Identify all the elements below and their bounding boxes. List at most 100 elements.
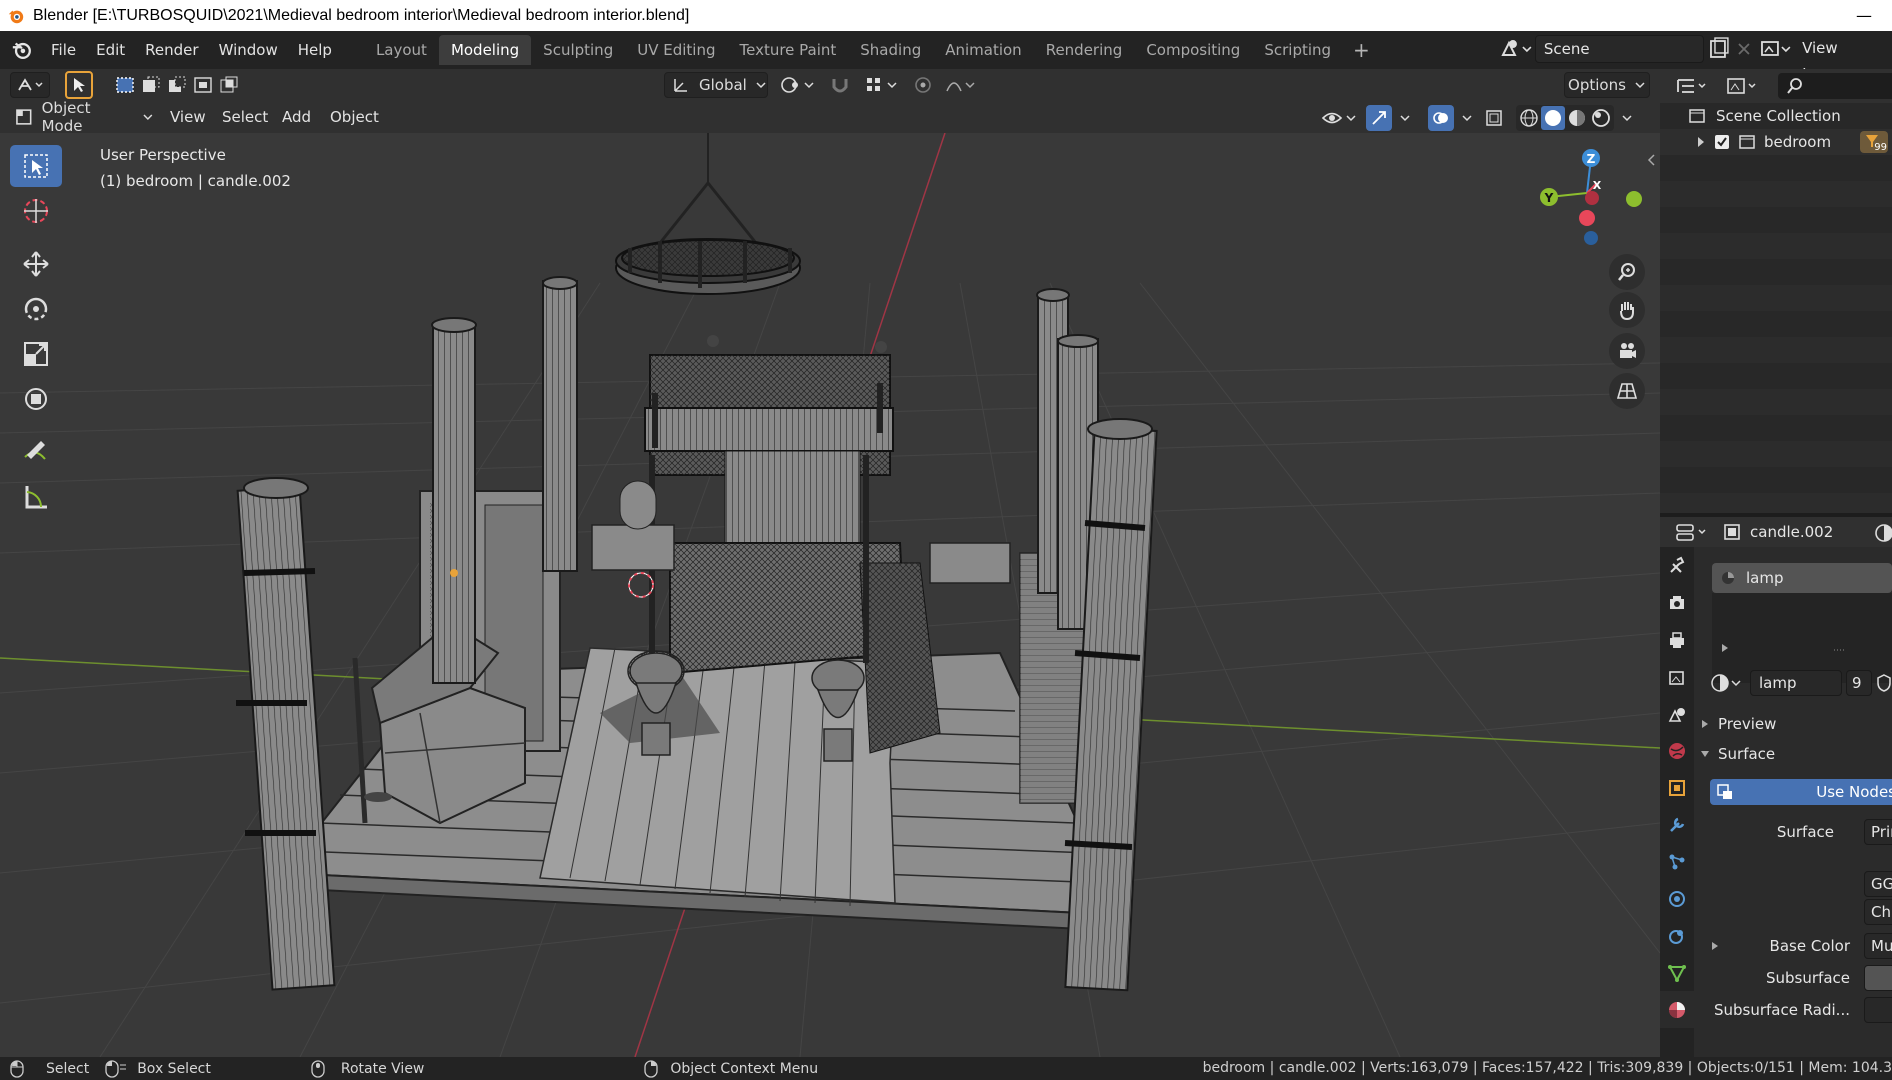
tab-render-properties[interactable] [1660,584,1694,621]
tab-shading[interactable]: Shading [848,35,933,65]
tab-output-properties[interactable] [1660,621,1694,658]
menu-select[interactable]: Select [212,102,278,132]
material-shading-icon[interactable] [1565,106,1589,130]
surface-shader-field[interactable]: Prin [1864,819,1892,845]
chevron-down-icon[interactable] [1620,106,1634,130]
falloff-curve-icon[interactable] [944,73,978,97]
tab-scene-properties[interactable] [1660,695,1694,732]
select-extend-icon[interactable] [139,74,163,96]
tab-sculpting[interactable]: Sculpting [531,35,625,65]
properties-editor-icon[interactable] [1674,521,1710,543]
resize-grip-icon[interactable] [1832,647,1848,653]
options-dropdown[interactable]: Options [1564,72,1650,98]
view-layer-field[interactable]: View Layer [1794,35,1892,83]
zoom-button[interactable] [1609,254,1645,290]
fake-user-shield-icon[interactable] [1876,673,1892,693]
chevron-down-icon[interactable] [1398,106,1412,130]
outliner-editor-icon[interactable] [1674,75,1710,97]
tab-modifier-properties[interactable] [1660,806,1694,843]
tab-rendering[interactable]: Rendering [1034,35,1135,65]
checkbox-checked-icon[interactable] [1714,134,1730,150]
sidebar-toggle-icon[interactable] [1646,153,1658,167]
tab-object-properties[interactable] [1660,769,1694,806]
material-name-field[interactable]: lamp [1750,670,1842,696]
visibility-eye-icon[interactable] [1320,106,1360,130]
overlay-toggle-button[interactable] [1428,105,1454,131]
display-mode-icon[interactable] [1724,75,1760,97]
wireframe-shading-icon[interactable] [1517,106,1541,130]
tab-compositing[interactable]: Compositing [1134,35,1252,65]
scene-icon[interactable] [1497,35,1535,63]
snap-increment-icon[interactable] [862,73,902,97]
material-sphere-icon[interactable] [1872,523,1892,543]
chevron-down-icon[interactable] [1460,106,1474,130]
tab-material-properties[interactable] [1660,991,1694,1028]
tab-scripting[interactable]: Scripting [1252,35,1343,65]
outliner-row-bedroom[interactable]: bedroom 99 [1660,129,1892,155]
transform-orientation-dropdown[interactable]: Global [664,72,768,98]
xray-toggle-icon[interactable] [1480,106,1510,130]
select-subtract-icon[interactable] [165,74,189,96]
preview-panel-header[interactable]: Preview [1700,711,1892,737]
outliner-search-field[interactable] [1778,73,1892,99]
distribution-field[interactable]: GG [1864,871,1892,897]
menu-object[interactable]: Object [320,102,389,132]
tab-constraint-properties[interactable] [1660,917,1694,954]
tweak-tool-button[interactable] [65,71,93,99]
pivot-point-icon[interactable] [778,73,818,97]
tool-annotate[interactable] [10,431,62,473]
select-intersect-icon[interactable] [217,74,241,96]
subsurface-field[interactable] [1864,965,1892,991]
ortho-toggle-button[interactable] [1609,373,1645,409]
tool-select-box[interactable] [10,145,62,187]
minimize-button[interactable]: — [1856,6,1872,25]
proportional-edit-icon[interactable] [910,73,936,97]
subsurface-radius-field[interactable] [1864,997,1892,1023]
tab-layout[interactable]: Layout [364,35,439,65]
tab-uv-editing[interactable]: UV Editing [625,35,727,65]
tab-particle-properties[interactable] [1660,843,1694,880]
camera-view-button[interactable] [1609,333,1645,369]
3d-viewport[interactable]: Z X Y User Perspective (1) bedroom | can… [0,133,1660,1057]
material-slot-lamp[interactable]: lamp [1712,563,1892,593]
delete-scene-icon[interactable] [1732,35,1756,63]
tool-move[interactable] [10,243,62,285]
menu-add[interactable]: Add [272,102,321,132]
blender-menu-icon[interactable] [11,39,33,61]
tab-view-layer-properties[interactable] [1660,658,1694,695]
solid-shading-icon[interactable] [1541,106,1565,130]
material-browse-icon[interactable] [1708,671,1746,695]
pan-button[interactable] [1609,292,1645,328]
select-new-icon[interactable] [113,74,137,96]
mode-dropdown[interactable]: Object Mode [10,99,154,135]
chandelier[interactable] [615,133,801,295]
tab-data-properties[interactable] [1660,954,1694,991]
gizmo-toggle-button[interactable] [1366,105,1392,131]
use-nodes-button[interactable]: Use Nodes [1710,779,1892,805]
tab-animation[interactable]: Animation [933,35,1033,65]
tool-cursor[interactable] [10,190,62,232]
viewport-scene[interactable]: Z X Y [0,133,1660,1057]
surface-panel-header[interactable]: Surface [1700,741,1892,767]
select-invert-icon[interactable] [191,74,215,96]
tab-modeling[interactable]: Modeling [438,35,532,65]
tab-tool-properties[interactable] [1660,547,1694,584]
menu-help[interactable]: Help [288,35,342,65]
menu-render[interactable]: Render [135,35,208,65]
new-scene-icon[interactable] [1704,35,1732,63]
rendered-shading-icon[interactable] [1589,106,1613,130]
base-color-field[interactable]: Mu [1864,933,1892,959]
tab-physics-properties[interactable] [1660,880,1694,917]
view-layer-icon[interactable] [1756,35,1794,63]
outliner-row-scene-collection[interactable]: Scene Collection [1660,103,1892,129]
tool-rotate[interactable] [10,288,62,330]
tool-transform[interactable] [10,378,62,420]
material-user-count[interactable]: 9 [1846,670,1872,696]
navigation-gizmo[interactable]: Z X Y [1540,149,1642,245]
menu-window[interactable]: Window [209,35,288,65]
tab-world-properties[interactable] [1660,732,1694,769]
editor-type-button[interactable] [10,72,50,98]
tool-measure[interactable] [10,476,62,518]
collapsed-arrow-icon[interactable] [1710,941,1720,951]
scene-name-field[interactable]: Scene [1534,35,1705,63]
